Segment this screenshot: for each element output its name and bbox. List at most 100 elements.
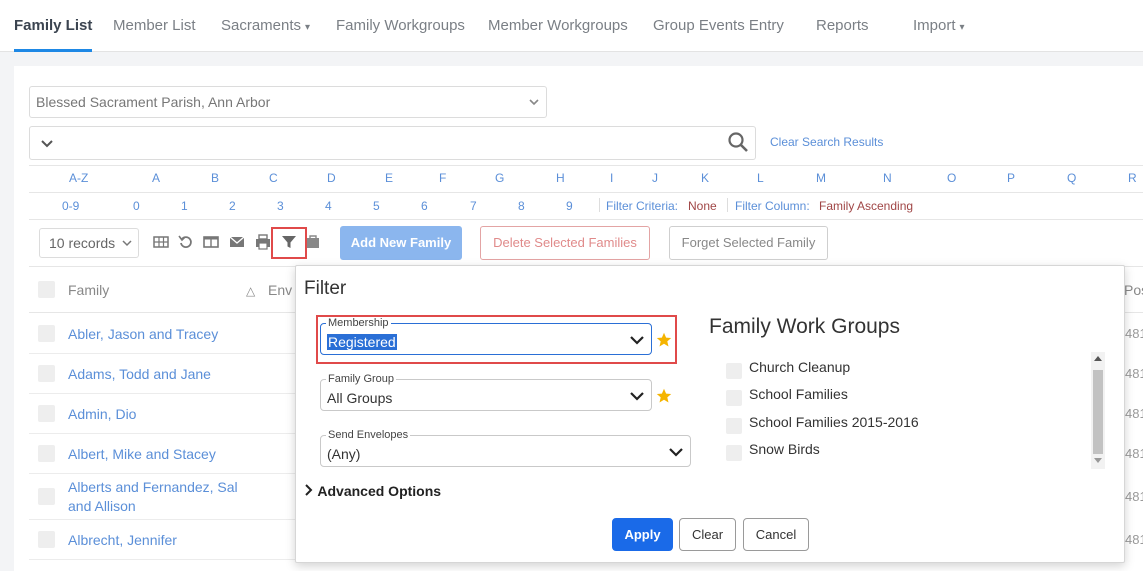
filter-button-highlight xyxy=(271,227,307,259)
delete-selected-families-button[interactable]: Delete Selected Families xyxy=(480,226,650,260)
apply-button[interactable]: Apply xyxy=(612,518,673,551)
alpha-filter[interactable]: A-Z xyxy=(69,171,88,185)
scroll-down-icon[interactable] xyxy=(1093,457,1103,467)
records-per-page-select[interactable]: 10 records xyxy=(39,228,139,258)
field-label: Family Group xyxy=(326,373,397,385)
add-new-family-button[interactable]: Add New Family xyxy=(340,226,462,260)
print-icon[interactable] xyxy=(255,234,271,250)
alpha-filter[interactable]: I xyxy=(610,171,613,185)
envelope-icon[interactable] xyxy=(229,234,245,250)
search-input[interactable] xyxy=(29,126,756,160)
star-icon[interactable] xyxy=(656,332,672,348)
tab-label: Sacraments xyxy=(221,17,302,34)
family-name-link[interactable]: Alberts and Fernandez, Sal and Allison xyxy=(68,478,258,516)
tab-reports[interactable]: Reports xyxy=(816,0,869,52)
digit-filter[interactable]: 5 xyxy=(373,199,380,213)
select-all-checkbox[interactable] xyxy=(38,281,55,298)
digit-filter[interactable]: 2 xyxy=(229,199,236,213)
filter-column-label: Filter Column: xyxy=(735,199,810,213)
digit-filter[interactable]: 3 xyxy=(277,199,284,213)
star-icon[interactable] xyxy=(656,388,672,404)
chevron-down-icon xyxy=(629,388,645,404)
field-value: Registered xyxy=(327,334,397,350)
alpha-filter[interactable]: Q xyxy=(1067,171,1076,185)
advanced-options-toggle[interactable]: Advanced Options xyxy=(304,483,441,499)
digit-filter[interactable]: 8 xyxy=(518,199,525,213)
search-icon[interactable] xyxy=(727,131,749,153)
grid-icon[interactable] xyxy=(153,234,169,250)
row-checkbox[interactable] xyxy=(38,445,55,462)
forget-selected-family-button[interactable]: Forget Selected Family xyxy=(669,226,828,260)
alpha-filter[interactable]: P xyxy=(1007,171,1015,185)
alpha-filter[interactable]: C xyxy=(269,171,278,185)
chevron-down-icon xyxy=(40,135,54,154)
family-name-link[interactable]: Albert, Mike and Stacey xyxy=(68,445,216,464)
cancel-button[interactable]: Cancel xyxy=(743,518,809,551)
parish-select[interactable]: Blessed Sacrament Parish, Ann Arbor xyxy=(29,86,547,118)
digit-filter[interactable]: 9 xyxy=(566,199,573,213)
row-value: 481 xyxy=(1125,532,1143,547)
membership-select[interactable]: Membership Registered xyxy=(320,317,652,355)
tab-family-workgroups[interactable]: Family Workgroups xyxy=(336,0,465,52)
clear-search-link[interactable]: Clear Search Results xyxy=(770,135,883,149)
column-header-envelope[interactable]: Env xyxy=(268,282,292,298)
tab-import[interactable]: Import ▾ xyxy=(913,0,965,52)
digit-filter[interactable]: 7 xyxy=(470,199,477,213)
advanced-options-label: Advanced Options xyxy=(317,483,442,499)
row-checkbox[interactable] xyxy=(38,325,55,342)
alpha-filter[interactable]: B xyxy=(211,171,219,185)
alpha-filter[interactable]: F xyxy=(439,171,446,185)
alpha-filter[interactable]: K xyxy=(701,171,709,185)
work-group-label[interactable]: School Families xyxy=(749,386,848,402)
scrollbar-thumb[interactable] xyxy=(1093,370,1103,454)
row-checkbox[interactable] xyxy=(38,405,55,422)
alpha-filter[interactable]: E xyxy=(385,171,393,185)
work-group-checkbox[interactable] xyxy=(726,418,742,434)
work-group-checkbox[interactable] xyxy=(726,363,742,379)
tab-family-list[interactable]: Family List xyxy=(14,0,93,52)
work-group-label[interactable]: School Families 2015-2016 xyxy=(749,414,919,430)
column-header-family[interactable]: Family xyxy=(68,282,109,298)
columns-icon[interactable] xyxy=(203,234,219,250)
chevron-down-icon xyxy=(668,444,684,460)
sort-asc-icon[interactable]: △ xyxy=(246,284,255,298)
tab-sacraments[interactable]: Sacraments ▾ xyxy=(221,0,310,52)
alpha-filter[interactable]: G xyxy=(495,171,504,185)
digit-filter[interactable]: 6 xyxy=(421,199,428,213)
row-checkbox[interactable] xyxy=(38,488,55,505)
family-name-link[interactable]: Albrecht, Jennifer xyxy=(68,531,177,550)
alpha-filter[interactable]: M xyxy=(816,171,826,185)
tab-member-workgroups[interactable]: Member Workgroups xyxy=(488,0,628,52)
export-icon[interactable] xyxy=(305,234,321,250)
send-envelopes-select[interactable]: Send Envelopes (Any) xyxy=(320,429,691,467)
alpha-filter[interactable]: D xyxy=(327,171,336,185)
alpha-filter[interactable]: A xyxy=(152,171,160,185)
row-checkbox[interactable] xyxy=(38,365,55,382)
work-group-checkbox[interactable] xyxy=(726,390,742,406)
tab-group-events-entry[interactable]: Group Events Entry xyxy=(653,0,784,52)
undo-icon[interactable] xyxy=(178,234,194,250)
digit-filter[interactable]: 0-9 xyxy=(62,199,79,213)
alpha-filter[interactable]: H xyxy=(556,171,565,185)
work-group-checkbox[interactable] xyxy=(726,445,742,461)
alpha-filter[interactable]: J xyxy=(652,171,658,185)
digit-filter[interactable]: 0 xyxy=(133,199,140,213)
row-checkbox[interactable] xyxy=(38,531,55,548)
tab-member-list[interactable]: Member List xyxy=(113,0,196,52)
family-group-select[interactable]: Family Group All Groups xyxy=(320,373,652,411)
family-name-link[interactable]: Abler, Jason and Tracey xyxy=(68,325,218,344)
alpha-filter[interactable]: O xyxy=(947,171,956,185)
family-name-link[interactable]: Adams, Todd and Jane xyxy=(68,365,211,384)
digit-filter[interactable]: 1 xyxy=(181,199,188,213)
column-header-post[interactable]: Pos xyxy=(1124,282,1143,298)
work-group-label[interactable]: Church Cleanup xyxy=(749,359,850,375)
work-group-label[interactable]: Snow Birds xyxy=(749,441,820,457)
alpha-filter[interactable]: R xyxy=(1128,171,1137,185)
clear-button[interactable]: Clear xyxy=(679,518,736,551)
family-name-link[interactable]: Admin, Dio xyxy=(68,405,136,424)
digit-filter[interactable]: 4 xyxy=(325,199,332,213)
caret-down-icon: ▾ xyxy=(305,22,311,33)
alpha-filter[interactable]: N xyxy=(883,171,892,185)
scroll-up-icon[interactable] xyxy=(1093,354,1103,364)
alpha-filter[interactable]: L xyxy=(757,171,764,185)
